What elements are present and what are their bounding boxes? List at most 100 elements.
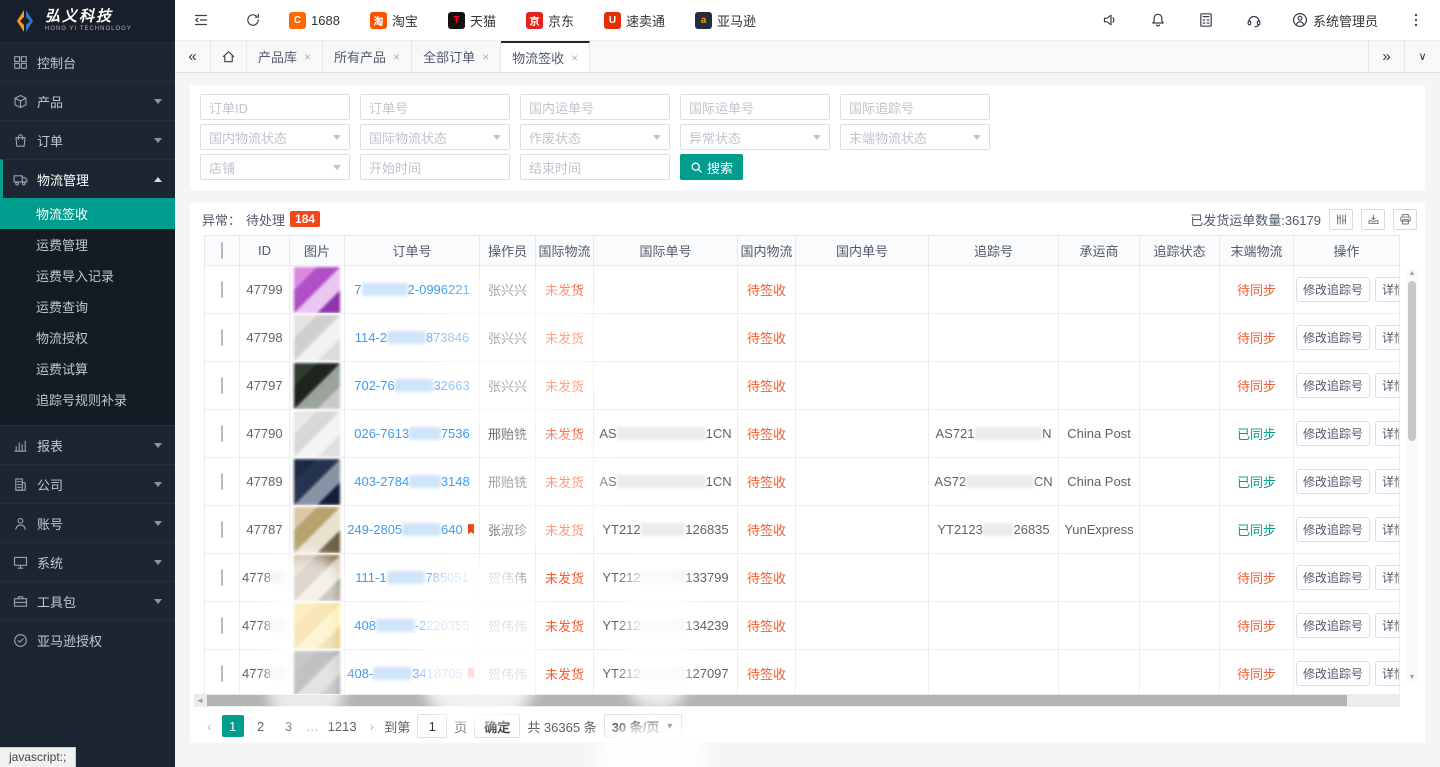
tab-全部订单[interactable]: 全部订单×: [412, 41, 501, 72]
row-checkbox[interactable]: [221, 569, 223, 586]
sidebar-subitem[interactable]: 追踪号规则补录: [0, 384, 175, 415]
edit-tracking-button[interactable]: 修改追踪号: [1296, 469, 1370, 494]
edit-tracking-button[interactable]: 修改追踪号: [1296, 565, 1370, 590]
sidebar-item-5[interactable]: 报表: [0, 425, 175, 464]
detail-button[interactable]: 详情: [1375, 373, 1399, 398]
product-thumbnail[interactable]: [294, 459, 340, 505]
order-number-link[interactable]: 026-76137536: [354, 426, 469, 441]
sidebar-item-7[interactable]: 账号: [0, 503, 175, 542]
scroll-left-icon[interactable]: ◄: [194, 694, 206, 707]
edit-tracking-button[interactable]: 修改追踪号: [1296, 661, 1370, 686]
sidebar-subitem[interactable]: 运费试算: [0, 353, 175, 384]
sidebar-subitem[interactable]: 物流签收: [0, 198, 175, 229]
marketplace-link[interactable]: a亚马逊: [695, 11, 756, 30]
tab-close-icon[interactable]: ×: [571, 51, 578, 65]
edit-tracking-button[interactable]: 修改追踪号: [1296, 613, 1370, 638]
detail-button[interactable]: 详情: [1375, 421, 1399, 446]
column-settings-icon[interactable]: [1329, 209, 1353, 230]
order-number-link[interactable]: 111-1785051: [355, 570, 469, 585]
page-number-1[interactable]: 1: [222, 715, 244, 737]
order-number-link[interactable]: 408-2220355: [354, 618, 469, 633]
row-checkbox[interactable]: [221, 329, 223, 346]
marketplace-link[interactable]: U速卖通: [604, 11, 665, 30]
detail-button[interactable]: 详情: [1375, 565, 1399, 590]
filter-select[interactable]: 异常状态: [680, 124, 830, 150]
tabs-scroll-right-icon[interactable]: »: [1368, 41, 1404, 72]
tabs-menu-icon[interactable]: ∨: [1404, 41, 1440, 72]
date-input[interactable]: 开始时间: [360, 154, 510, 180]
marketplace-link[interactable]: 淘淘宝: [370, 11, 418, 30]
header-select-all[interactable]: [205, 236, 240, 266]
order-number-link[interactable]: 72-0996221: [354, 282, 469, 297]
confirm-page-button[interactable]: 确定: [474, 714, 520, 738]
row-checkbox[interactable]: [221, 473, 223, 490]
page-number-3[interactable]: 3: [278, 715, 300, 737]
per-page-select[interactable]: 30 条/页 ▼: [604, 714, 683, 738]
product-thumbnail[interactable]: [294, 363, 340, 409]
sidebar-subitem[interactable]: 运费管理: [0, 229, 175, 260]
sidebar-subitem[interactable]: 运费查询: [0, 291, 175, 322]
export-icon[interactable]: [1361, 209, 1385, 230]
tab-所有产品[interactable]: 所有产品×: [323, 41, 412, 72]
scroll-up-icon[interactable]: ▲: [1406, 269, 1418, 279]
order-number-link[interactable]: 408-3418705: [347, 666, 476, 681]
product-thumbnail[interactable]: [294, 651, 340, 697]
row-checkbox[interactable]: [221, 425, 223, 442]
sidebar-item-1[interactable]: 控制台: [0, 42, 175, 81]
filter-input[interactable]: 订单号: [360, 94, 510, 120]
tab-产品库[interactable]: 产品库×: [247, 41, 323, 72]
row-checkbox[interactable]: [221, 377, 223, 394]
product-thumbnail[interactable]: [294, 555, 340, 601]
detail-button[interactable]: 详情: [1375, 613, 1399, 638]
tabs-scroll-left-icon[interactable]: «: [175, 41, 211, 72]
order-number-link[interactable]: 702-7632663: [354, 378, 469, 393]
detail-button[interactable]: 详情: [1375, 517, 1399, 542]
goto-page-input[interactable]: [417, 714, 447, 738]
calculator-icon[interactable]: [1182, 0, 1230, 40]
edit-tracking-button[interactable]: 修改追踪号: [1296, 421, 1370, 446]
row-checkbox[interactable]: [221, 617, 223, 634]
sidebar-item-9[interactable]: 工具包: [0, 581, 175, 620]
product-thumbnail[interactable]: [294, 507, 340, 553]
sidebar-item-6[interactable]: 公司: [0, 464, 175, 503]
sidebar-item-3[interactable]: 订单: [0, 120, 175, 159]
more-menu-kebab-icon[interactable]: [1392, 0, 1440, 40]
user-menu[interactable]: 系统管理员: [1278, 11, 1392, 30]
product-thumbnail[interactable]: [294, 603, 340, 649]
marketplace-link[interactable]: C1688: [289, 12, 340, 29]
detail-button[interactable]: 详情: [1375, 469, 1399, 494]
sidebar-item-8[interactable]: 系统: [0, 542, 175, 581]
tab-close-icon[interactable]: ×: [304, 50, 311, 64]
horizontal-scroll-thumb[interactable]: [207, 695, 1347, 706]
sidebar-item-10[interactable]: 亚马逊授权: [0, 620, 175, 659]
sidebar-subitem[interactable]: 运费导入记录: [0, 260, 175, 291]
filter-select[interactable]: 国际物流状态: [360, 124, 510, 150]
product-thumbnail[interactable]: [294, 315, 340, 361]
tab-close-icon[interactable]: ×: [393, 50, 400, 64]
order-number-link[interactable]: 249-2805640: [347, 522, 476, 537]
filter-select[interactable]: 末端物流状态: [840, 124, 990, 150]
detail-button[interactable]: 详情: [1375, 277, 1399, 302]
product-thumbnail[interactable]: [294, 411, 340, 457]
sidebar-subitem[interactable]: 物流授权: [0, 322, 175, 353]
next-page-icon[interactable]: ›: [367, 718, 378, 734]
select-all-checkbox[interactable]: [221, 242, 223, 259]
detail-button[interactable]: 详情: [1375, 661, 1399, 686]
page-number-2[interactable]: 2: [250, 715, 272, 737]
notifications-bell-icon[interactable]: [1134, 0, 1182, 40]
shop-select[interactable]: 店铺: [200, 154, 350, 180]
refresh-icon[interactable]: [227, 0, 279, 40]
row-checkbox[interactable]: [221, 521, 223, 538]
collapse-sidebar-icon[interactable]: [175, 0, 227, 40]
page-number-1213[interactable]: 1213: [325, 715, 360, 737]
filter-input[interactable]: 国内运单号: [520, 94, 670, 120]
scroll-down-icon[interactable]: ▼: [1406, 673, 1418, 683]
vertical-scrollbar[interactable]: ▲ ▼: [1406, 269, 1418, 683]
detail-button[interactable]: 详情: [1375, 325, 1399, 350]
filter-input[interactable]: 订单ID: [200, 94, 350, 120]
prev-page-icon[interactable]: ‹: [204, 718, 215, 734]
sidebar-item-2[interactable]: 产品: [0, 81, 175, 120]
home-tab-icon[interactable]: [211, 41, 247, 72]
edit-tracking-button[interactable]: 修改追踪号: [1296, 373, 1370, 398]
print-icon[interactable]: [1393, 209, 1417, 230]
